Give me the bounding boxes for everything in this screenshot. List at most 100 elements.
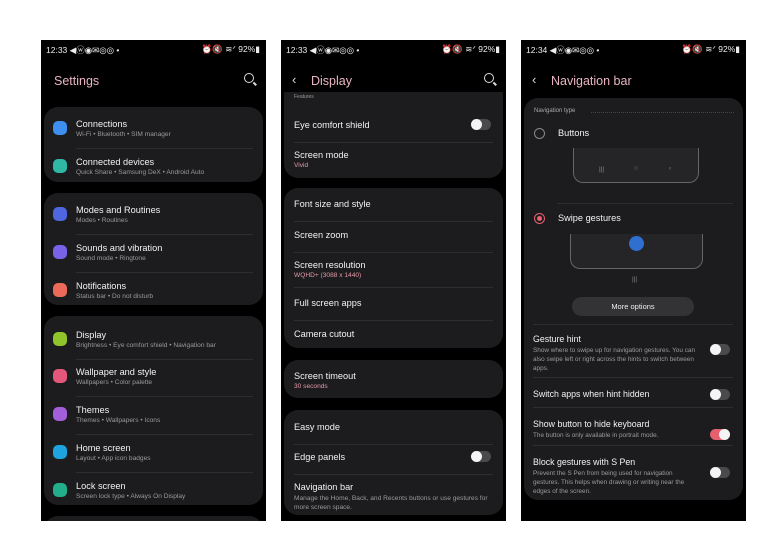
devices-icon <box>53 159 67 173</box>
item-label: Easy mode <box>294 422 340 432</box>
settings-item-home-screen[interactable] <box>44 435 263 471</box>
status-bar: 12:34 ◀ⓦ◉✉◎◎ • ⏰🔇 ≋ᐟ 92%▮ <box>526 44 740 56</box>
swipe-gestures-preview[interactable] <box>570 234 703 269</box>
gesture-hint-toggle[interactable] <box>710 344 730 355</box>
item-subtitle: Quick Share • Samsung DeX • Android Auto <box>76 169 205 176</box>
show-button-to-hide-keyboard-toggle[interactable] <box>710 429 730 440</box>
status-time: 12:34 <box>526 45 548 55</box>
back-icon[interactable]: ‹ <box>292 72 296 87</box>
search-icon[interactable] <box>244 73 254 83</box>
settings-item-sounds-and-vibration[interactable] <box>44 235 263 271</box>
settings-item-themes[interactable] <box>44 397 263 433</box>
item-subtitle: Prevent the S Pen from being used for na… <box>533 470 685 495</box>
check-circle-icon <box>53 207 67 221</box>
item-subtitle: The button is only available in portrait… <box>533 432 659 439</box>
settings-item-modes-and-routines[interactable] <box>44 197 263 233</box>
settings-item-wallpaper-and-style[interactable] <box>44 359 263 395</box>
divider <box>533 377 733 378</box>
sun-icon <box>53 332 67 346</box>
item-label: Switch apps when hint hidden <box>533 389 650 399</box>
divider <box>533 445 733 446</box>
item-subtitle: Wi-Fi • Bluetooth • SIM manager <box>76 131 171 138</box>
item-subtitle: Themes • Wallpapers • Icons <box>76 417 161 424</box>
page-title: Display <box>311 74 352 88</box>
item-label: Notifications <box>76 281 127 291</box>
status-bar: 12:33 ◀ⓦ◉✉◎◎ • ⏰🔇 ≋ᐟ 92%▮ <box>46 44 260 56</box>
item-subtitle: Screen lock type • Always On Display <box>76 493 186 500</box>
settings-group-4 <box>44 516 263 521</box>
item-label: Eye comfort shield <box>294 120 370 130</box>
item-label: Font size and style <box>294 199 371 209</box>
section-header: Navigation type <box>534 108 576 114</box>
settings-item-connections[interactable] <box>44 111 263 147</box>
settings-screen: 12:33 ◀ⓦ◉✉◎◎ • ⏰🔇 ≋ᐟ 92%▮ Settings Connec… <box>41 40 266 521</box>
item-label: Lock screen <box>76 481 126 491</box>
item-label: Camera cutout <box>294 329 355 339</box>
block-gestures-with-s-pen-toggle[interactable] <box>710 467 730 478</box>
switch-apps-when-hint-hidden-toggle[interactable] <box>710 389 730 400</box>
page-title: Settings <box>54 74 100 88</box>
settings-item-notifications[interactable] <box>44 273 263 309</box>
system-icons: ⏰🔇 ≋ᐟ 92%▮ <box>441 44 500 54</box>
notification-icons: ◀ⓦ◉✉◎◎ • <box>69 45 120 55</box>
item-label: Gesture hint <box>533 334 581 344</box>
home-icon <box>53 445 67 459</box>
item-subtitle: Show where to swipe up for navigation ge… <box>533 347 695 372</box>
swipe-gestures-label[interactable]: Swipe gestures <box>558 213 621 223</box>
item-subtitle: Sound mode • Ringtone <box>76 255 146 262</box>
back-icon[interactable]: ‹ <box>532 72 536 87</box>
back-nav-icon: ‹ <box>669 165 672 172</box>
wifi-icon <box>53 121 67 135</box>
item-label: Wallpaper and style <box>76 367 157 377</box>
notification-icon <box>53 283 67 297</box>
item-subtitle: Modes • Routines <box>76 217 128 224</box>
item-label: Connections <box>76 119 128 129</box>
edge-panels-toggle[interactable] <box>471 451 491 462</box>
item-label: Navigation bar <box>294 482 354 492</box>
item-label: Modes and Routines <box>76 205 161 215</box>
notification-icons: ◀ⓦ◉✉◎◎ • <box>549 45 600 55</box>
settings-item-display[interactable] <box>44 322 263 358</box>
lock-icon <box>53 483 67 497</box>
item-label: Themes <box>76 405 110 415</box>
item-subtitle: WQHD+ (3088 x 1440) <box>294 272 362 279</box>
item-subtitle: Brightness • Eye comfort shield • Naviga… <box>76 342 216 349</box>
item-label: Display <box>76 330 107 340</box>
notification-icons: ◀ⓦ◉✉◎◎ • <box>309 45 360 55</box>
item-subtitle: 30 seconds <box>294 383 328 390</box>
system-icons: ⏰🔇 ≋ᐟ 92%▮ <box>681 44 740 54</box>
item-label: Screen mode <box>294 150 349 160</box>
item-label: Home screen <box>76 443 131 453</box>
item-subtitle: Status bar • Do not disturb <box>76 293 154 300</box>
item-label: Screen resolution <box>294 260 366 270</box>
item-label: Screen zoom <box>294 230 349 240</box>
cut-off-label: Features <box>294 94 314 100</box>
buttons-radio[interactable] <box>534 128 545 139</box>
item-subtitle: Vivid <box>294 162 309 169</box>
item-label: Full screen apps <box>294 298 362 308</box>
settings-item-connected-devices[interactable] <box>44 149 263 185</box>
swipe-gestures-radio[interactable] <box>534 213 545 224</box>
buttons-label[interactable]: Buttons <box>558 128 589 138</box>
status-time: 12:33 <box>286 45 308 55</box>
gesture-hint-icon: ||| <box>632 276 638 283</box>
divider <box>533 324 733 325</box>
buttons-preview[interactable]: ||| ○ ‹ <box>573 148 699 183</box>
item-subtitle: Layout • App icon badges <box>76 455 151 462</box>
navigation-bar-screen: 12:34 ◀ⓦ◉✉◎◎ • ⏰🔇 ≋ᐟ 92%▮ ‹ Navigation ba… <box>521 40 746 521</box>
status-bar: 12:33 ◀ⓦ◉✉◎◎ • ⏰🔇 ≋ᐟ 92%▮ <box>286 44 500 56</box>
eye-comfort-shield-toggle[interactable] <box>471 119 491 130</box>
search-icon[interactable] <box>484 73 494 83</box>
display-screen: 12:33 ◀ⓦ◉✉◎◎ • ⏰🔇 ≋ᐟ 92%▮ ‹ Display Featu… <box>281 40 506 521</box>
item-label: Block gestures with S Pen <box>533 457 636 467</box>
item-label: Screen timeout <box>294 371 356 381</box>
more-options-button[interactable]: More options <box>572 297 694 316</box>
brush-icon <box>53 407 67 421</box>
section-divider <box>591 112 734 113</box>
status-time: 12:33 <box>46 45 68 55</box>
divider <box>533 407 733 408</box>
settings-item-lock-screen[interactable] <box>44 473 263 509</box>
system-icons: ⏰🔇 ≋ᐟ 92%▮ <box>201 44 260 54</box>
page-title: Navigation bar <box>551 74 632 88</box>
item-label: Sounds and vibration <box>76 243 163 253</box>
